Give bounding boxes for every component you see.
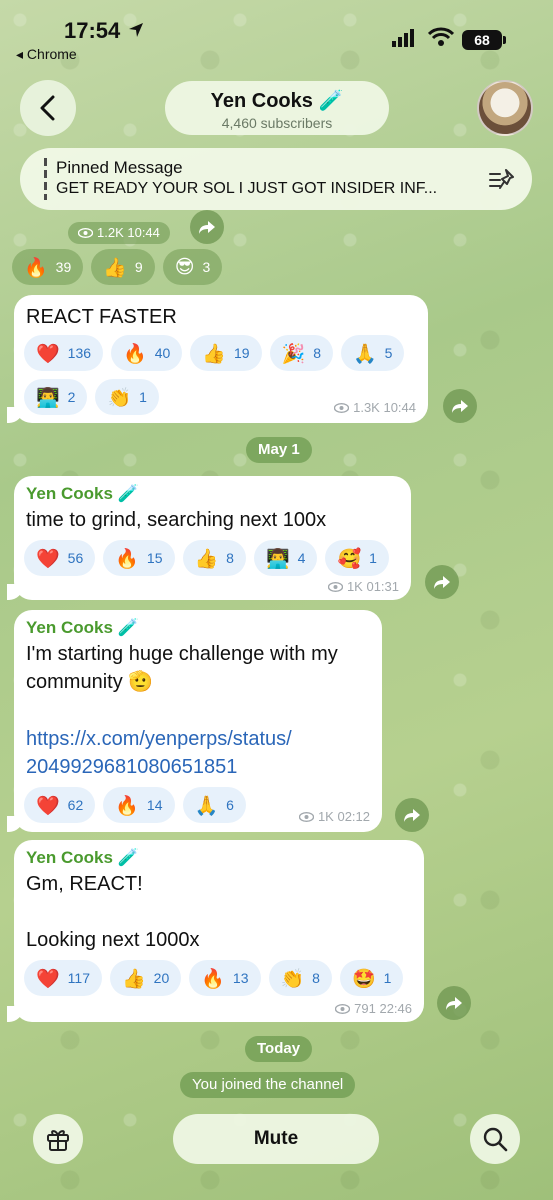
status-time: 17:54 — [64, 18, 121, 43]
share-icon — [199, 221, 215, 234]
eye-icon — [335, 1003, 351, 1014]
message-meta: 791 22:46 — [335, 1001, 412, 1016]
reaction-chip[interactable]: ❤️ 56 — [24, 540, 96, 576]
message-text: REACT FASTER — [26, 306, 177, 328]
message-author[interactable]: Yen Cooks 🧪 — [26, 848, 139, 868]
wifi-icon — [428, 27, 454, 46]
reaction-chip[interactable]: 🔥 13 — [189, 960, 261, 996]
message-author[interactable]: Yen Cooks 🧪 — [26, 484, 139, 504]
message-reactions: ❤️ 56 🔥 15 👍 8 👨‍💻 4 🥰 1 — [24, 540, 409, 576]
reaction-chip[interactable]: 🥰 1 — [325, 540, 389, 576]
location-arrow-icon — [129, 23, 143, 37]
reaction-chip[interactable]: 👍 8 — [182, 540, 246, 576]
pinned-indicator — [44, 158, 47, 200]
eye-icon — [334, 402, 350, 413]
message-bubble[interactable]: Yen Cooks 🧪 I'm starting huge challenge … — [7, 610, 382, 832]
message-reactions: ❤️ 117 👍 20 🔥 13 👏 8 🤩 1 — [24, 960, 424, 996]
channel-avatar[interactable] — [477, 80, 533, 136]
reaction-chip[interactable]: 👍 20 — [110, 960, 182, 996]
pinned-text: GET READY YOUR SOL I JUST GOT INSIDER IN… — [56, 180, 438, 197]
message-bubble[interactable]: REACT FASTER ❤️ 136 🔥 40 👍 19 🎉 8 🙏 5 👨‍💻 2 👏 1… — [7, 295, 428, 423]
gift-icon — [47, 1130, 69, 1151]
gift-button[interactable] — [33, 1114, 83, 1164]
search-icon — [483, 1127, 508, 1152]
share-icon — [434, 576, 450, 589]
battery-indicator: 68 — [462, 30, 506, 50]
reaction-chip[interactable]: 👍 19 — [190, 335, 262, 371]
share-icon — [404, 809, 420, 822]
reaction-chip[interactable]: 😎 3 — [162, 249, 223, 285]
message-bubble[interactable]: Yen Cooks 🧪 time to grind, searching nex… — [7, 476, 411, 600]
share-button[interactable] — [190, 210, 224, 244]
message-link-line-1[interactable]: https://x.com/yenperps/status/ — [26, 725, 292, 753]
top-message-views: 1.2K 10:44 — [97, 225, 160, 240]
reaction-chip[interactable]: 🔥 14 — [103, 787, 175, 823]
share-icon — [452, 400, 468, 413]
mute-button[interactable]: Mute — [173, 1114, 379, 1164]
message-text: Gm, REACT! Looking next 1000x — [26, 873, 200, 951]
date-separator: May 1 — [246, 437, 312, 463]
reaction-chip[interactable]: 👏 8 — [268, 960, 332, 996]
reaction-chip[interactable]: 👏 1 — [95, 379, 159, 415]
signal-icon — [392, 29, 414, 47]
service-message: You joined the channel — [180, 1072, 356, 1098]
pinned-title: Pinned Message — [56, 158, 183, 177]
message-author[interactable]: Yen Cooks 🧪 — [26, 618, 139, 638]
eye-icon — [78, 228, 93, 238]
message-bubble[interactable]: Yen Cooks 🧪 Gm, REACT! Looking next 1000… — [7, 840, 424, 1022]
reaction-chip[interactable]: 🙏 5 — [341, 335, 405, 371]
back-to-chrome-link[interactable]: ◂ Chrome — [16, 46, 77, 63]
channel-title-pill[interactable]: Yen Cooks 🧪 4,460 subscribers — [165, 81, 389, 135]
eye-icon — [298, 811, 314, 822]
message-reactions: ❤️ 62 🔥 14 🙏 6 — [24, 787, 284, 823]
date-separator: Today — [245, 1036, 313, 1062]
reaction-chip[interactable]: 🔥 40 — [111, 335, 183, 371]
reaction-chip[interactable]: 👨‍💻 4 — [253, 540, 318, 576]
top-reactions: 🔥 39 👍 9 😎 3 — [12, 249, 223, 285]
reaction-chip[interactable]: 🎉 8 — [269, 335, 333, 371]
share-button[interactable] — [425, 565, 459, 599]
search-button[interactable] — [470, 1114, 520, 1164]
status-bar: 17:54 ◂ Chrome 68 — [0, 0, 553, 70]
pinned-message-bar[interactable]: Pinned Message GET READY YOUR SOL I JUST… — [20, 148, 532, 210]
reaction-chip[interactable]: 🤩 1 — [339, 960, 404, 996]
reaction-chip[interactable]: 🔥 39 — [12, 249, 84, 285]
pin-list-icon[interactable] — [488, 166, 516, 192]
reaction-chip[interactable]: ❤️ 136 — [24, 335, 104, 371]
reaction-chip[interactable]: 👨‍💻 2 — [24, 379, 88, 415]
share-button[interactable] — [395, 798, 429, 832]
message-meta: 1.3K 10:44 — [334, 400, 416, 415]
top-message-meta: 1.2K 10:44 — [68, 222, 170, 244]
eye-icon — [327, 581, 343, 592]
share-icon — [446, 997, 462, 1010]
channel-title: Yen Cooks 🧪 — [210, 90, 344, 112]
reaction-chip[interactable]: ❤️ 117 — [24, 960, 102, 996]
reaction-chip[interactable]: 🔥 15 — [103, 540, 175, 576]
subscriber-count: 4,460 subscribers — [221, 115, 333, 131]
reaction-chip[interactable]: ❤️ 62 — [24, 787, 96, 823]
message-text: I'm starting huge challenge with my comm… — [26, 643, 338, 693]
reaction-chip[interactable]: 🙏 6 — [182, 787, 246, 823]
reaction-chip[interactable]: 👍 9 — [91, 249, 155, 285]
share-button[interactable] — [437, 986, 471, 1020]
chevron-left-icon — [40, 95, 55, 121]
message-text: time to grind, searching next 100x — [26, 509, 327, 531]
share-button[interactable] — [443, 389, 477, 423]
back-button[interactable] — [20, 80, 76, 136]
message-meta: 1K 02:12 — [298, 809, 370, 824]
message-meta: 1K 01:31 — [327, 579, 399, 594]
message-link-line-2[interactable]: 2049929681080651851 — [26, 753, 237, 781]
